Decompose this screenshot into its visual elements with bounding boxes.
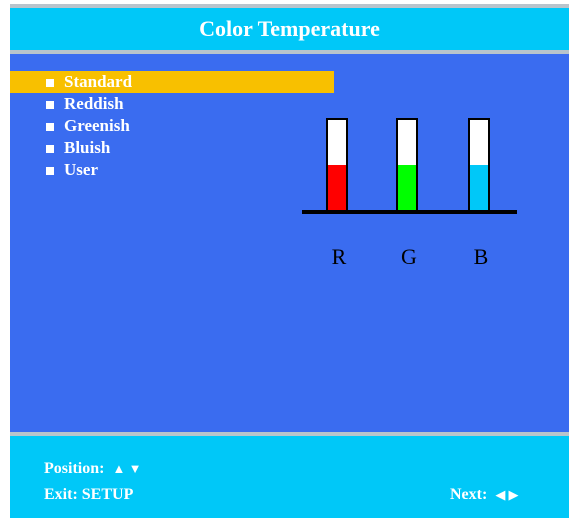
red-channel-label: R [331, 244, 347, 269]
help-bar: Position: ▲ ▼ Exit: SETUP Next: ◀ ▶ [10, 432, 569, 518]
menu-item-standard[interactable]: Standard [10, 71, 334, 93]
menu-item-label: Bluish [64, 138, 111, 157]
bullet-icon [46, 79, 54, 87]
red-level-bar [326, 118, 348, 212]
menu-item-label: Reddish [64, 94, 124, 113]
bullet-icon [46, 101, 54, 109]
menu-item-greenish[interactable]: Greenish [10, 115, 334, 137]
page-title: Color Temperature [199, 16, 380, 41]
exit-hint: Exit: SETUP [44, 486, 133, 504]
bullet-icon [46, 123, 54, 131]
blue-level-fill [470, 165, 488, 210]
title-bar: Color Temperature [10, 4, 569, 54]
green-channel-label: G [401, 244, 417, 269]
next-hint-label: Next: [450, 486, 488, 503]
red-level-fill [328, 165, 346, 210]
left-right-arrows-icon: ◀ ▶ [495, 487, 519, 502]
position-hint: Position: ▲ ▼ [44, 460, 141, 478]
menu-item-bluish[interactable]: Bluish [10, 137, 334, 159]
blue-level-bar [468, 118, 490, 212]
menu-item-label: Standard [64, 72, 133, 91]
osd-window: Color Temperature Standard Reddish Green… [0, 0, 569, 518]
menu-item-label: Greenish [64, 116, 130, 135]
preset-menu: Standard Reddish Greenish Bluish User [10, 71, 334, 181]
green-level-fill [398, 165, 416, 210]
main-panel: Standard Reddish Greenish Bluish User R … [10, 54, 569, 432]
bullet-icon [46, 167, 54, 175]
blue-channel-label: B [473, 244, 489, 269]
green-level-bar [396, 118, 418, 212]
exit-hint-label: Exit: SETUP [44, 486, 134, 503]
next-hint: Next: ◀ ▶ [450, 486, 519, 504]
menu-item-reddish[interactable]: Reddish [10, 93, 334, 115]
bullet-icon [46, 145, 54, 153]
up-down-arrows-icon: ▲ ▼ [112, 461, 142, 476]
position-hint-label: Position: [44, 460, 105, 477]
menu-item-user[interactable]: User [10, 159, 334, 181]
bars-baseline [302, 210, 517, 214]
menu-item-label: User [64, 160, 98, 179]
